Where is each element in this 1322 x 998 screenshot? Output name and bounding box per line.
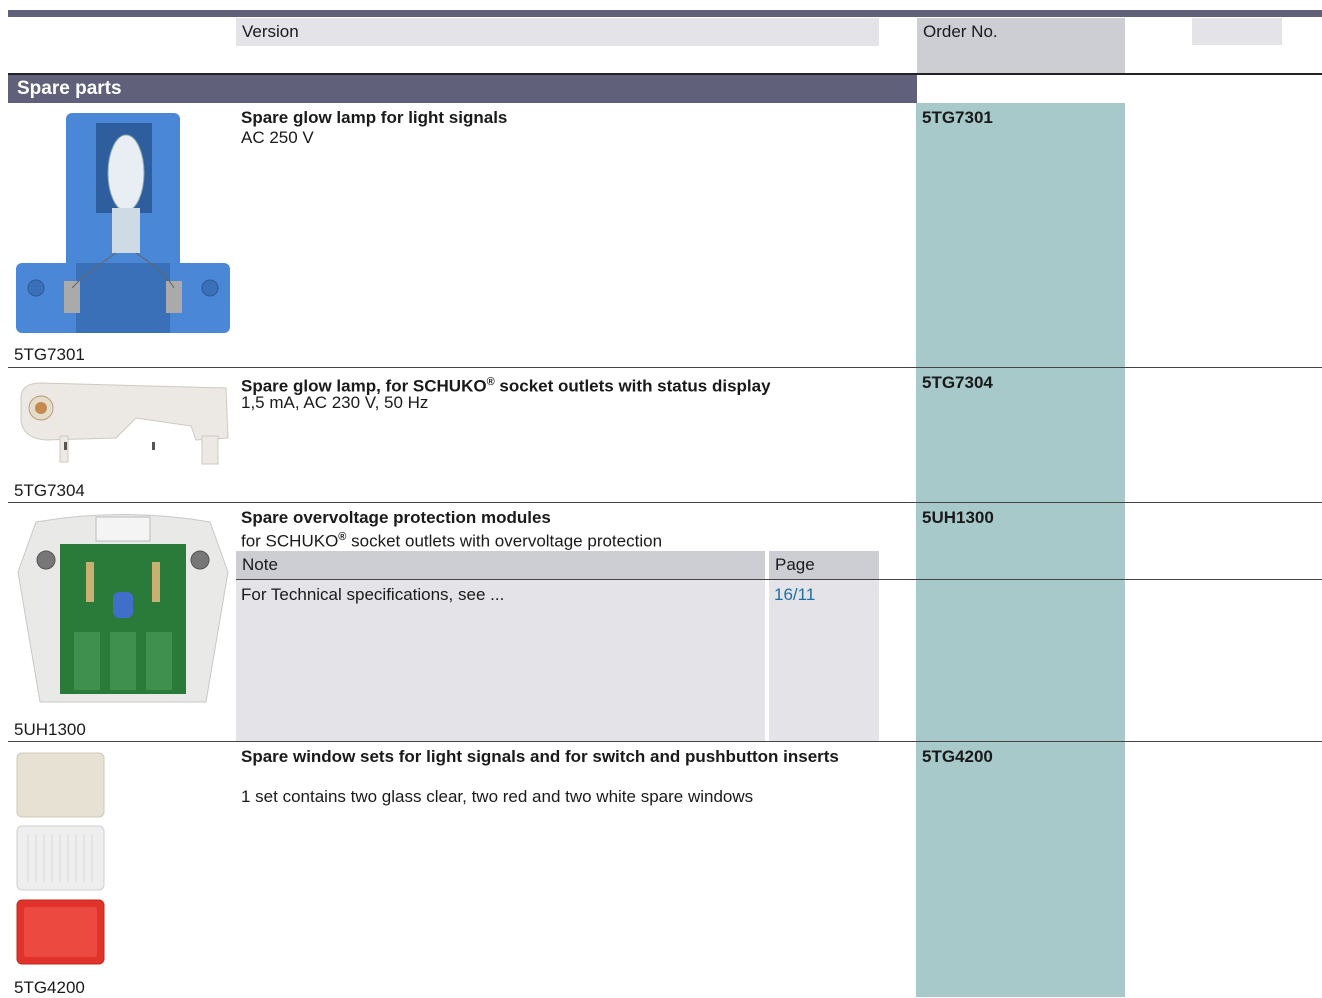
order-no-header: Order No. — [917, 18, 1125, 74]
product-title: Spare window sets for light signals and … — [241, 747, 839, 766]
order-number: 5UH1300 — [922, 508, 994, 527]
image-caption: 5UH1300 — [14, 720, 86, 739]
row-divider — [8, 741, 1322, 742]
image-caption: 5TG7304 — [14, 481, 85, 500]
product-subtitle: 1 set contains two glass clear, two red … — [241, 787, 754, 806]
note-column-header: Note — [236, 551, 765, 579]
window-set-image — [16, 752, 106, 967]
product-title: Spare overvoltage protection modules — [241, 508, 551, 527]
order-number: 5TG7301 — [922, 108, 993, 127]
product-subtitle: AC 250 V — [241, 128, 314, 147]
row-divider — [8, 367, 1322, 368]
order-number: 5TG7304 — [922, 373, 993, 392]
overvoltage-module-image — [16, 512, 230, 708]
order-number: 5TG4200 — [922, 747, 993, 766]
note-text: For Technical specifications, see ... — [241, 585, 505, 604]
version-header: Version — [236, 18, 879, 46]
glow-lamp-schuko-image — [16, 378, 230, 468]
note-cell — [236, 580, 765, 741]
product-subtitle: for SCHUKO® socket outlets with overvolt… — [241, 531, 663, 551]
image-caption: 5TG7301 — [14, 345, 85, 364]
page-column-header: Page — [769, 551, 879, 579]
row-divider — [8, 502, 1322, 503]
product-subtitle: 1,5 mA, AC 230 V, 50 Hz — [241, 393, 429, 412]
product-title: Spare glow lamp for light signals — [241, 108, 508, 127]
page-link[interactable]: 16/11 — [774, 585, 815, 605]
order-column — [916, 103, 1125, 997]
glow-lamp-image — [16, 113, 230, 335]
section-title: Spare parts — [8, 75, 917, 103]
top-bar — [8, 10, 1322, 17]
header-extra-cell — [1192, 18, 1282, 45]
image-caption: 5TG4200 — [14, 978, 85, 997]
